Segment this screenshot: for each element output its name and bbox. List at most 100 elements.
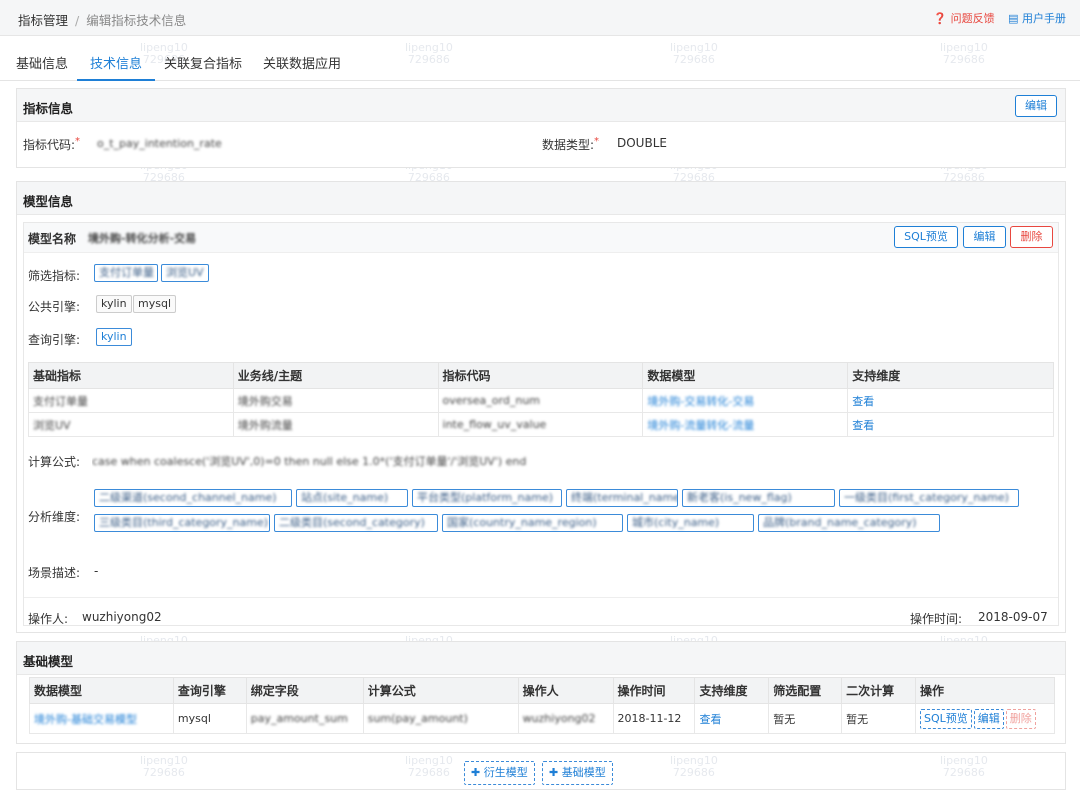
cell-line-text: 境外购交易 (237, 394, 293, 408)
optime-value: 2018-09-07 (978, 610, 1048, 624)
table-header-row: 数据模型 查询引擎 绑定字段 计算公式 操作人 操作时间 支持维度 筛选配置 二… (29, 677, 1056, 704)
dimension-tag[interactable]: 一级类目(first_category_name) (839, 489, 1019, 507)
base-indicator-table: 基础指标 业务线/主题 指标代码 数据模型 支持维度 支付订单量 境外购交易 o… (28, 362, 1054, 437)
dimension-tag[interactable]: 三级类目(third_category_name) (94, 514, 270, 532)
cell-model-link[interactable]: 境外购-流量转化-流量 (647, 417, 754, 433)
tab-tech-info[interactable]: 技术信息 (77, 53, 156, 81)
view-dimensions-link[interactable]: 查看 (699, 713, 721, 726)
dimension-tag-text: 终端(terminal_name) (571, 491, 678, 504)
optime-label: 操作时间: (910, 612, 963, 626)
add-derived-model-button[interactable]: ✚ 衍生模型 (464, 761, 535, 785)
table-row: 浏览UV 境外购流量 inte_flow_uv_value 境外购-流量转化-流… (28, 412, 1054, 437)
row-delete-button[interactable]: 删除 (1005, 708, 1036, 729)
col-dimensions: 支持维度 (694, 677, 770, 704)
dimension-tag[interactable]: 新老客(is_new_flag) (682, 489, 835, 507)
col-bound-field: 绑定字段 (245, 677, 364, 704)
indicator-panel-header: 指标信息 编辑 (17, 89, 1065, 122)
cell-base-text: 浏览UV (33, 418, 71, 432)
dimension-tag-text: 平台类型(platform_name) (417, 491, 554, 504)
dimension-tag-text: 三级类目(third_category_name) (99, 516, 269, 529)
model-name-label: 模型名称 (28, 232, 77, 246)
indicator-edit-button[interactable]: 编辑 (1015, 95, 1057, 117)
tab-basic-info[interactable]: 基础信息 (16, 53, 68, 81)
dimension-tag[interactable]: 二级渠道(second_channel_name) (94, 489, 292, 507)
cell-formula-text: sum(pay_amount) (367, 712, 468, 725)
cell-operator: wuzhiyong02 (517, 703, 614, 734)
manual-label: 用户手册 (1022, 12, 1066, 25)
engine-tag-mysql: mysql (133, 295, 176, 313)
row-sql-preview-button[interactable]: SQL预览 (919, 708, 972, 729)
cell-model[interactable]: 境外购-交易转化-交易 (642, 388, 849, 413)
cell-dim: 查看 (847, 388, 1054, 413)
dimension-tag[interactable]: 二级类目(second_category) (274, 514, 438, 532)
dimension-tag-text: 一级类目(first_category_name) (844, 491, 1009, 504)
col-operator: 操作人 (517, 677, 614, 704)
col-actions: 操作 (914, 677, 1056, 704)
engine-tag-kylin: kylin (96, 295, 132, 313)
base-model-table: 数据模型 查询引擎 绑定字段 计算公式 操作人 操作时间 支持维度 筛选配置 二… (29, 677, 1056, 734)
col-indicator-code: 指标代码 (437, 362, 644, 389)
cell-code-text: inte_flow_uv_value (442, 418, 547, 431)
type-label: 数据类型:* (542, 136, 600, 152)
cell-model-link[interactable]: 境外购-交易转化-交易 (647, 393, 754, 409)
cell-model[interactable]: 境外购-流量转化-流量 (642, 412, 849, 437)
cell-actions: SQL预览 编辑 删除 (914, 703, 1056, 734)
filter-label: 筛选指标: (28, 269, 81, 283)
dimension-tag[interactable]: 城市(city_name) (627, 514, 754, 532)
col-business-line: 业务线/主题 (232, 362, 439, 389)
scene-value: - (94, 564, 99, 578)
view-dimensions-link[interactable]: 查看 (852, 395, 874, 408)
tab-data-apps[interactable]: 关联数据应用 (263, 53, 341, 81)
divider (24, 597, 1058, 598)
cell-code-text: oversea_ord_num (442, 394, 541, 407)
filter-tag-text: 浏览UV (166, 266, 204, 279)
dimension-tag[interactable]: 国家(country_name_region) (442, 514, 623, 532)
col-base-indicator: 基础指标 (28, 362, 234, 389)
dimension-tag-text: 城市(city_name) (632, 516, 720, 529)
cell-model-link[interactable]: 境外购-基础交易模型 (34, 711, 137, 727)
code-value: o_t_pay_intention_rate (97, 136, 222, 150)
indicator-panel-title: 指标信息 (23, 101, 74, 116)
add-base-model-button[interactable]: ✚ 基础模型 (542, 761, 613, 785)
col-data-model: 数据模型 (642, 362, 849, 389)
query-engine-tag[interactable]: kylin (96, 328, 132, 346)
filter-tag[interactable]: 支付订单量 (94, 264, 158, 282)
code-label: 指标代码:* (23, 136, 81, 152)
breadcrumb-root[interactable]: 指标管理 (18, 13, 68, 28)
model-panel-title: 模型信息 (23, 194, 74, 209)
operator-value: wuzhiyong02 (82, 610, 162, 624)
dimension-tag-text: 二级渠道(second_channel_name) (99, 491, 277, 504)
feedback-link[interactable]: ❓ 问题反馈 (933, 12, 994, 25)
top-bar: 指标管理 / 编辑指标技术信息 ❓ 问题反馈 ▤ 用户手册 (0, 0, 1080, 36)
row-edit-button[interactable]: 编辑 (973, 708, 1004, 729)
cell-formula: sum(pay_amount) (362, 703, 519, 734)
view-dimensions-link[interactable]: 查看 (852, 419, 874, 432)
base-model-panel-title: 基础模型 (23, 654, 74, 669)
tab-bar: 基础信息 技术信息 关联复合指标 关联数据应用 (0, 36, 1080, 81)
manual-link[interactable]: ▤ 用户手册 (1008, 12, 1066, 25)
col-formula: 计算公式 (362, 677, 519, 704)
model-delete-button[interactable]: 删除 (1010, 226, 1053, 248)
model-name-value: 境外购-转化分析-交易 (88, 230, 196, 246)
dimension-tag[interactable]: 品牌(brand_name_category) (758, 514, 940, 532)
top-links: ❓ 问题反馈 ▤ 用户手册 (923, 10, 1066, 26)
dimension-tag[interactable]: 平台类型(platform_name) (412, 489, 562, 507)
table-header-row: 基础指标 业务线/主题 指标代码 数据模型 支持维度 (28, 362, 1054, 389)
tab-composite[interactable]: 关联复合指标 (164, 53, 242, 81)
book-icon: ▤ (1008, 12, 1019, 25)
sql-preview-button[interactable]: SQL预览 (894, 226, 958, 248)
cell-code: oversea_ord_num (437, 388, 644, 413)
cell-operator-text: wuzhiyong02 (522, 712, 596, 725)
cell-field-text: pay_amount_sum (250, 712, 348, 725)
scene-label: 场景描述: (28, 566, 81, 580)
model-edit-button[interactable]: 编辑 (963, 226, 1006, 248)
dimension-tag[interactable]: 站点(site_name) (296, 489, 408, 507)
formula-value: case when coalesce('浏览UV',0)=0 then null… (92, 453, 592, 469)
dimension-tag[interactable]: 终端(terminal_name) (566, 489, 678, 507)
formula-label: 计算公式: (28, 455, 81, 469)
table-row: 境外购-基础交易模型 mysql pay_amount_sum sum(pay_… (29, 703, 1056, 734)
cell-field: pay_amount_sum (245, 703, 364, 734)
filter-tag[interactable]: 浏览UV (161, 264, 209, 282)
base-label: 基础模型 (561, 766, 606, 779)
table-row: 支付订单量 境外购交易 oversea_ord_num 境外购-交易转化-交易 … (28, 388, 1054, 413)
